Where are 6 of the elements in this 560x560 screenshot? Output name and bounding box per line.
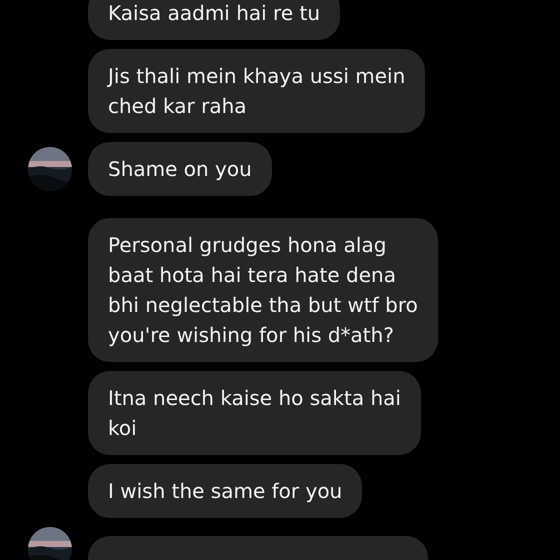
message-bubble: Itna neech kaise ho sakta hai koi [88,371,421,455]
message-bubble: I wish the same for you [88,464,362,518]
message-bubble: Kaisa aadmi hai re tu [88,0,340,40]
message-bubble: Shame on you [88,142,272,196]
message-bubble: Jis thali mein khaya ussi mein ched kar raha [88,49,426,133]
message-bubble: Personal grudges hona alag baat hota hai tera hate dena bhi neglectable tha but wtf bro you're wishing for his d*ath? [88,218,438,362]
